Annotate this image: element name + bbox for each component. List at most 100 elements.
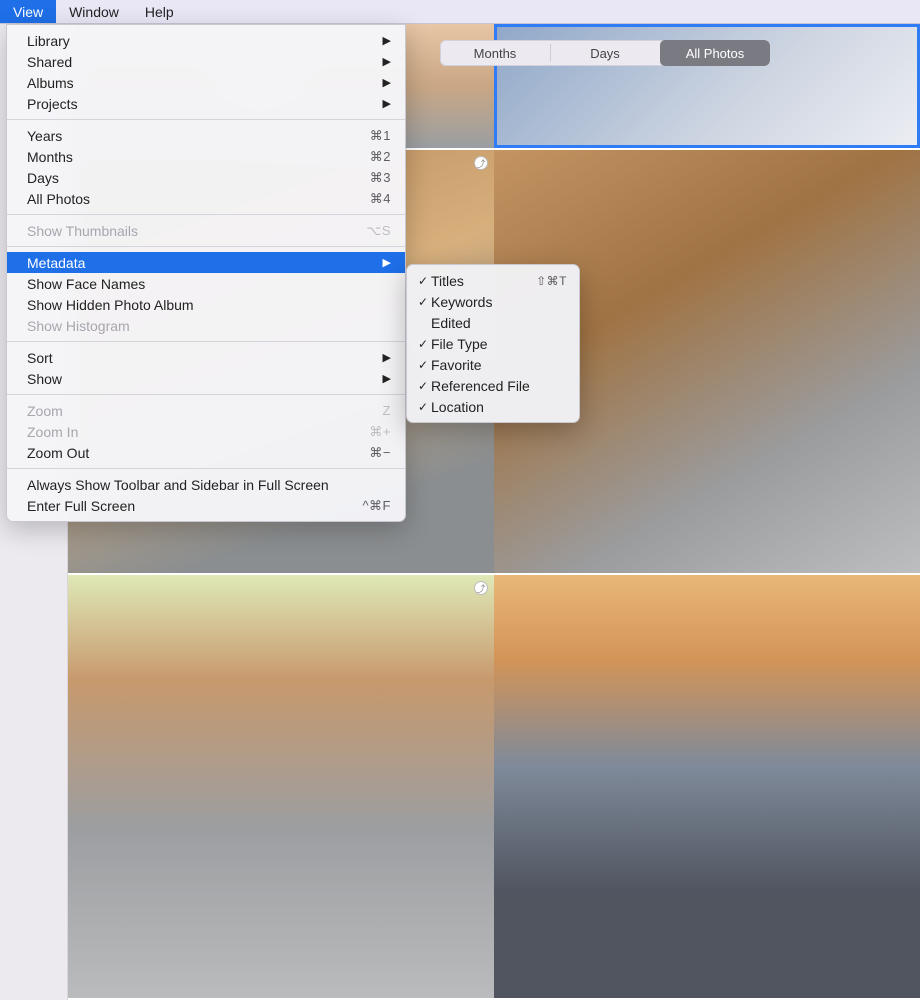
menu-item-label: Years xyxy=(27,128,370,144)
menu-help[interactable]: Help xyxy=(132,0,187,23)
menu-item-label: All Photos xyxy=(27,191,370,207)
submenu-item-label: Referenced File xyxy=(431,378,567,394)
menu-item-show-histogram: Show Histogram xyxy=(7,315,405,336)
menu-shortcut: ⌘3 xyxy=(370,170,391,186)
referenced-badge-icon: ⤴ xyxy=(474,581,488,595)
view-mode-tabs: Months Days All Photos xyxy=(440,40,770,66)
menu-shortcut: ⌘4 xyxy=(370,191,391,207)
submenu-item-label: Favorite xyxy=(431,357,567,373)
menu-separator xyxy=(7,246,405,247)
menu-item-label: Projects xyxy=(27,96,381,112)
submenu-item-referenced-file[interactable]: ✓ Referenced File xyxy=(407,375,579,396)
submenu-item-keywords[interactable]: ✓ Keywords xyxy=(407,291,579,312)
tab-days[interactable]: Days xyxy=(550,40,660,66)
menu-item-label: Show Hidden Photo Album xyxy=(27,297,391,313)
menu-item-metadata[interactable]: Metadata ▶ xyxy=(7,252,405,273)
menu-item-label: Sort xyxy=(27,350,381,366)
menu-item-label: Zoom xyxy=(27,403,383,419)
chevron-right-icon: ▶ xyxy=(381,351,391,364)
menu-separator xyxy=(7,119,405,120)
check-icon: ✓ xyxy=(415,295,431,309)
photo-thumbnail[interactable]: ⤴ xyxy=(68,575,494,998)
submenu-item-label: Location xyxy=(431,399,567,415)
menu-item-shared[interactable]: Shared ▶ xyxy=(7,51,405,72)
menu-shortcut: ⇧⌘T xyxy=(536,274,567,288)
menu-shortcut: ^⌘F xyxy=(362,498,391,514)
menu-separator xyxy=(7,394,405,395)
menu-item-label: Always Show Toolbar and Sidebar in Full … xyxy=(27,477,391,493)
menu-item-label: Albums xyxy=(27,75,381,91)
menu-item-label: Show xyxy=(27,371,381,387)
submenu-item-label: Keywords xyxy=(431,294,567,310)
submenu-item-label: File Type xyxy=(431,336,567,352)
submenu-item-location[interactable]: ✓ Location xyxy=(407,396,579,417)
tab-all-photos[interactable]: All Photos xyxy=(660,40,770,66)
tab-months[interactable]: Months xyxy=(440,40,550,66)
menu-item-months[interactable]: Months ⌘2 xyxy=(7,146,405,167)
menu-label: Window xyxy=(69,4,119,20)
submenu-item-titles[interactable]: ✓ Titles ⇧⌘T xyxy=(407,270,579,291)
chevron-right-icon: ▶ xyxy=(381,372,391,385)
menu-item-zoom: Zoom Z xyxy=(7,400,405,421)
photo-thumbnail[interactable] xyxy=(494,575,920,998)
menu-shortcut: ⌘+ xyxy=(369,424,391,440)
menu-view[interactable]: View xyxy=(0,0,56,23)
check-icon: ✓ xyxy=(415,358,431,372)
menu-label: View xyxy=(13,4,43,20)
menu-label: Help xyxy=(145,4,174,20)
menu-item-label: Shared xyxy=(27,54,381,70)
menu-item-label: Zoom In xyxy=(27,424,369,440)
menu-item-label: Enter Full Screen xyxy=(27,498,362,514)
menu-item-years[interactable]: Years ⌘1 xyxy=(7,125,405,146)
menu-item-all-photos[interactable]: All Photos ⌘4 xyxy=(7,188,405,209)
menu-item-albums[interactable]: Albums ▶ xyxy=(7,72,405,93)
menu-separator xyxy=(7,341,405,342)
check-icon: ✓ xyxy=(415,379,431,393)
referenced-badge-icon: ⤴ xyxy=(474,156,488,170)
chevron-right-icon: ▶ xyxy=(381,256,391,269)
menu-item-zoom-out[interactable]: Zoom Out ⌘− xyxy=(7,442,405,463)
menu-separator xyxy=(7,468,405,469)
menubar: View Window Help xyxy=(0,0,920,24)
menu-item-zoom-in: Zoom In ⌘+ xyxy=(7,421,405,442)
chevron-right-icon: ▶ xyxy=(381,34,391,47)
chevron-right-icon: ▶ xyxy=(381,55,391,68)
menu-shortcut: ⌥S xyxy=(366,223,391,239)
menu-item-sort[interactable]: Sort ▶ xyxy=(7,347,405,368)
tab-label: Months xyxy=(474,46,517,61)
menu-shortcut: Z xyxy=(383,403,391,418)
menu-item-label: Zoom Out xyxy=(27,445,369,461)
menu-item-label: Metadata xyxy=(27,255,381,271)
menu-item-library[interactable]: Library ▶ xyxy=(7,30,405,51)
submenu-item-favorite[interactable]: ✓ Favorite xyxy=(407,354,579,375)
menu-item-label: Months xyxy=(27,149,370,165)
menu-item-show-hidden[interactable]: Show Hidden Photo Album xyxy=(7,294,405,315)
menu-item-label: Show Face Names xyxy=(27,276,391,292)
menu-shortcut: ⌘− xyxy=(369,445,391,461)
menu-item-enter-full-screen[interactable]: Enter Full Screen ^⌘F xyxy=(7,495,405,516)
check-icon: ✓ xyxy=(415,337,431,351)
check-icon: ✓ xyxy=(415,274,431,288)
submenu-item-file-type[interactable]: ✓ File Type xyxy=(407,333,579,354)
menu-item-show-face-names[interactable]: Show Face Names xyxy=(7,273,405,294)
menu-item-label: Library xyxy=(27,33,381,49)
menu-shortcut: ⌘2 xyxy=(370,149,391,165)
menu-item-always-toolbar[interactable]: Always Show Toolbar and Sidebar in Full … xyxy=(7,474,405,495)
submenu-item-label: Titles xyxy=(431,273,536,289)
chevron-right-icon: ▶ xyxy=(381,97,391,110)
check-icon: ✓ xyxy=(415,400,431,414)
tab-label: Days xyxy=(590,46,620,61)
menu-item-days[interactable]: Days ⌘3 xyxy=(7,167,405,188)
submenu-item-label: Edited xyxy=(431,315,567,331)
menu-item-show[interactable]: Show ▶ xyxy=(7,368,405,389)
menu-item-show-thumbnails: Show Thumbnails ⌥S xyxy=(7,220,405,241)
menu-window[interactable]: Window xyxy=(56,0,132,23)
tab-label: All Photos xyxy=(686,46,745,61)
submenu-item-edited[interactable]: Edited xyxy=(407,312,579,333)
metadata-submenu: ✓ Titles ⇧⌘T ✓ Keywords Edited ✓ File Ty… xyxy=(406,264,580,423)
view-dropdown: Library ▶ Shared ▶ Albums ▶ Projects ▶ Y… xyxy=(6,24,406,522)
menu-shortcut: ⌘1 xyxy=(370,128,391,144)
menu-item-projects[interactable]: Projects ▶ xyxy=(7,93,405,114)
menu-item-label: Show Histogram xyxy=(27,318,391,334)
menu-item-label: Show Thumbnails xyxy=(27,223,366,239)
